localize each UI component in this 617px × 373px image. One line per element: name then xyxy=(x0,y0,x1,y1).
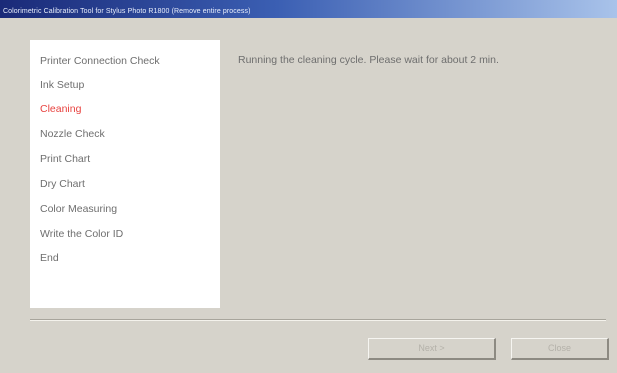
close-button[interactable]: Close xyxy=(511,338,609,360)
step-item-end: End xyxy=(40,252,59,264)
window-title: Colorimetric Calibration Tool for Stylus… xyxy=(3,8,251,15)
status-message: Running the cleaning cycle. Please wait … xyxy=(238,54,499,66)
next-button[interactable]: Next > xyxy=(368,338,496,360)
step-item-color-measuring: Color Measuring xyxy=(40,203,118,215)
step-item-write-color-id: Write the Color ID xyxy=(40,228,124,240)
divider xyxy=(30,319,606,321)
title-bar[interactable]: Colorimetric Calibration Tool for Stylus… xyxy=(0,0,617,18)
step-item-ink-setup: Ink Setup xyxy=(40,79,85,91)
step-item-print-chart: Print Chart xyxy=(40,153,91,165)
step-item-dry-chart: Dry Chart xyxy=(40,178,85,190)
calibration-window: Colorimetric Calibration Tool for Stylus… xyxy=(0,0,617,373)
steps-list-panel: Printer Connection Check Ink Setup Clean… xyxy=(30,40,220,308)
step-item-cleaning: Cleaning xyxy=(40,103,82,115)
step-item-nozzle-check: Nozzle Check xyxy=(40,128,105,140)
step-item-printer-connection-check: Printer Connection Check xyxy=(40,55,160,67)
